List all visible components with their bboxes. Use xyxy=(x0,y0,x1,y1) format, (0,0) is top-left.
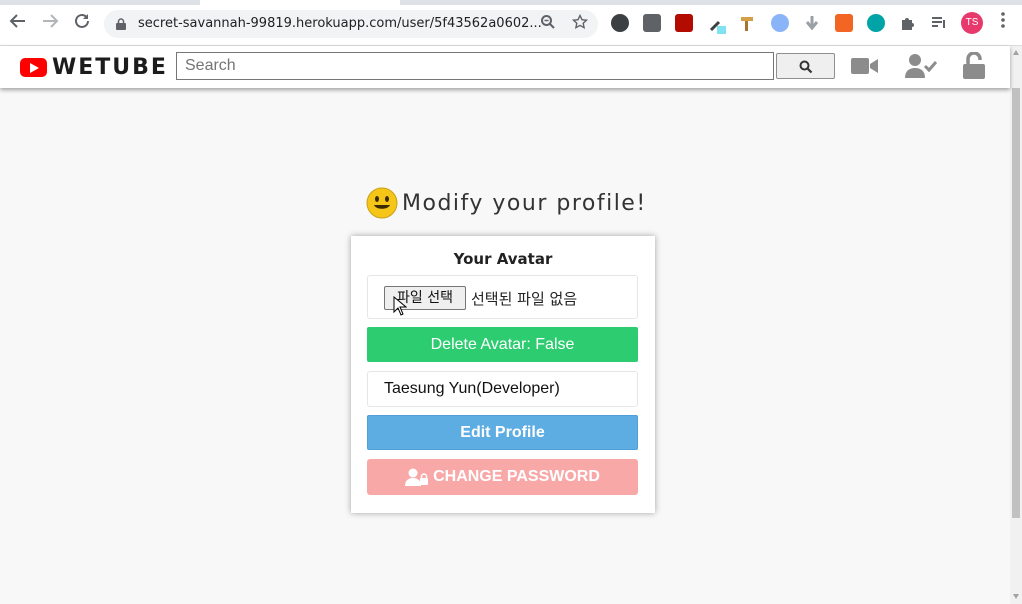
name-input[interactable] xyxy=(367,371,638,407)
address-bar[interactable]: secret-savannah-99819.herokuapp.com/user… xyxy=(104,10,598,38)
mouse-cursor-icon xyxy=(393,296,407,316)
scroll-thumb[interactable] xyxy=(1012,88,1020,518)
video-camera-icon[interactable] xyxy=(851,52,879,80)
extension-eyedropper-icon[interactable] xyxy=(707,14,726,34)
logo-text: WETUBE xyxy=(52,54,168,80)
page-scrollbar[interactable] xyxy=(1010,46,1022,604)
wetube-logo[interactable]: WETUBE xyxy=(20,54,168,80)
smiley-face-icon xyxy=(366,187,398,219)
bookmark-star-icon[interactable] xyxy=(570,13,590,34)
active-tab[interactable] xyxy=(200,0,400,5)
app-header: WETUBE xyxy=(0,46,1010,88)
search-icon xyxy=(799,60,813,74)
url-text: secret-savannah-99819.herokuapp.com/user… xyxy=(138,16,542,31)
zoom-icon[interactable] xyxy=(538,14,558,34)
extension-m-icon[interactable] xyxy=(867,14,885,32)
page-title-text: Modify your profile! xyxy=(402,190,647,216)
reload-icon[interactable] xyxy=(71,12,93,34)
search-input[interactable] xyxy=(176,52,774,80)
extension-pdf-icon[interactable] xyxy=(675,14,693,32)
youtube-play-icon xyxy=(20,57,47,77)
file-status-text: 선택된 파일 없음 xyxy=(471,290,578,308)
extension-download-icon[interactable] xyxy=(803,14,821,32)
back-arrow-icon[interactable] xyxy=(7,12,29,34)
avatar-file-input[interactable]: 파일 선택 선택된 파일 없음 xyxy=(367,275,638,319)
extension-hammer-icon[interactable] xyxy=(739,14,757,32)
page-title: Modify your profile! xyxy=(366,186,647,220)
search-button[interactable] xyxy=(776,53,835,79)
edit-profile-form: Your Avatar 파일 선택 선택된 파일 없음 Delete Avata… xyxy=(351,236,655,513)
browser-profile-avatar[interactable]: TS xyxy=(961,12,983,34)
tab-strip xyxy=(0,0,1022,5)
lock-icon xyxy=(116,18,126,30)
edit-profile-button[interactable]: Edit Profile xyxy=(367,415,638,450)
extension-grammar-icon[interactable] xyxy=(611,14,629,32)
extension-ex-icon[interactable] xyxy=(835,14,853,32)
browser-menu-icon[interactable] xyxy=(996,12,1010,34)
browser-toolbar: secret-savannah-99819.herokuapp.com/user… xyxy=(0,0,1022,46)
delete-avatar-button[interactable]: Delete Avatar: False xyxy=(367,327,638,362)
extension-feather-icon[interactable] xyxy=(771,14,789,32)
change-password-label: CHANGE PASSWORD xyxy=(433,468,600,485)
unlock-icon[interactable] xyxy=(962,51,986,80)
extensions-puzzle-icon[interactable] xyxy=(899,14,917,32)
user-check-icon[interactable] xyxy=(905,52,938,80)
media-queue-icon[interactable] xyxy=(930,14,948,32)
extension-i-icon[interactable] xyxy=(643,14,661,32)
scroll-up-arrow-icon[interactable] xyxy=(1013,50,1019,55)
forward-arrow-icon[interactable] xyxy=(39,12,61,34)
change-password-button[interactable]: CHANGE PASSWORD xyxy=(367,459,638,495)
user-lock-icon xyxy=(405,468,429,486)
avatar-label: Your Avatar xyxy=(453,250,553,268)
scroll-down-arrow-icon[interactable] xyxy=(1013,594,1019,599)
